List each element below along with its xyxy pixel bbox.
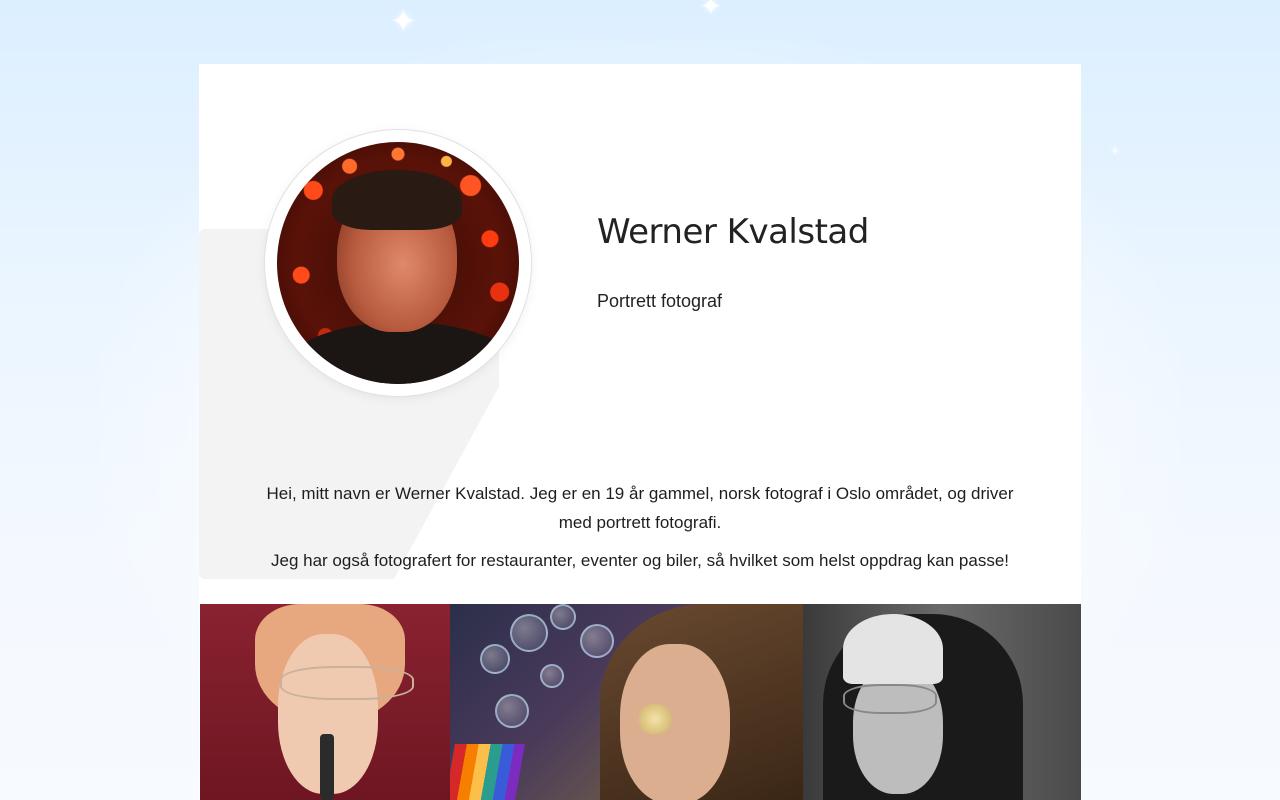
lipstick-icon bbox=[320, 734, 334, 800]
bio-paragraph-1: Hei, mitt navn er Werner Kvalstad. Jeg e… bbox=[266, 484, 1014, 532]
glasses-icon bbox=[843, 684, 937, 714]
bubble-icon bbox=[540, 664, 564, 688]
bubble-icon bbox=[510, 614, 548, 652]
rainbow-flag-icon bbox=[450, 744, 525, 800]
avatar[interactable] bbox=[277, 142, 519, 384]
bubble-icon bbox=[495, 694, 529, 728]
gallery-photo-cap[interactable] bbox=[803, 604, 1081, 800]
bubble-icon bbox=[580, 624, 614, 658]
bio-paragraph-2: Jeg har også fotografert for restaurante… bbox=[270, 551, 1010, 570]
bubble-icon bbox=[550, 604, 576, 630]
sparkle-icon: ✦ bbox=[1110, 144, 1121, 158]
sparkle-icon: ✦ bbox=[700, 0, 722, 22]
gallery-photo-lipstick[interactable] bbox=[200, 604, 450, 800]
sparkle-icon: ✦ bbox=[390, 2, 417, 40]
bubble-icon bbox=[480, 644, 510, 674]
profile-name: Werner Kvalstad bbox=[597, 212, 869, 252]
gallery-photo-bubbles[interactable] bbox=[450, 604, 803, 800]
profile-tagline: Portrett fotograf bbox=[597, 291, 723, 311]
photo-gallery bbox=[200, 604, 1081, 800]
glitter-icon bbox=[635, 704, 675, 734]
profile-card: Werner Kvalstad Portrett fotograf Hei, m… bbox=[199, 64, 1081, 800]
glasses-icon bbox=[280, 666, 414, 700]
cap-icon bbox=[843, 614, 943, 684]
avatar-hair bbox=[332, 170, 462, 230]
